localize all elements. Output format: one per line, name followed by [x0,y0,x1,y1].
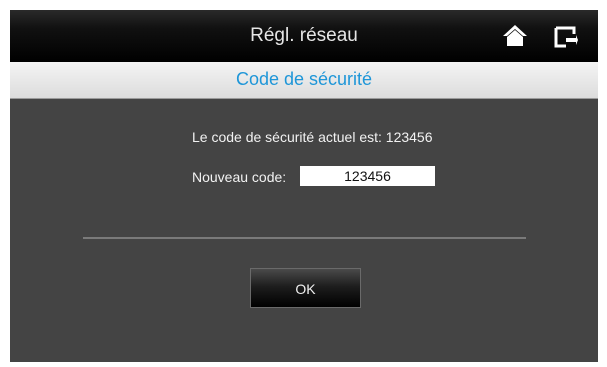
section-header: Code de sécurité [10,62,598,99]
home-button[interactable] [502,24,528,48]
section-title: Code de sécurité [235,69,373,89]
divider [83,237,526,239]
new-code-label: Nouveau code: [192,169,287,185]
title-bar: Régl. réseau [10,10,598,62]
current-code-text: Le code de sécurité actuel est: 123456 [192,129,433,145]
security-code-screen: Régl. réseau Code de sécurité Le code de… [10,10,598,362]
ok-button[interactable]: OK [250,268,361,308]
new-code-input[interactable] [300,166,435,186]
back-icon [554,26,578,48]
back-button[interactable] [554,26,578,48]
home-icon [503,25,527,46]
